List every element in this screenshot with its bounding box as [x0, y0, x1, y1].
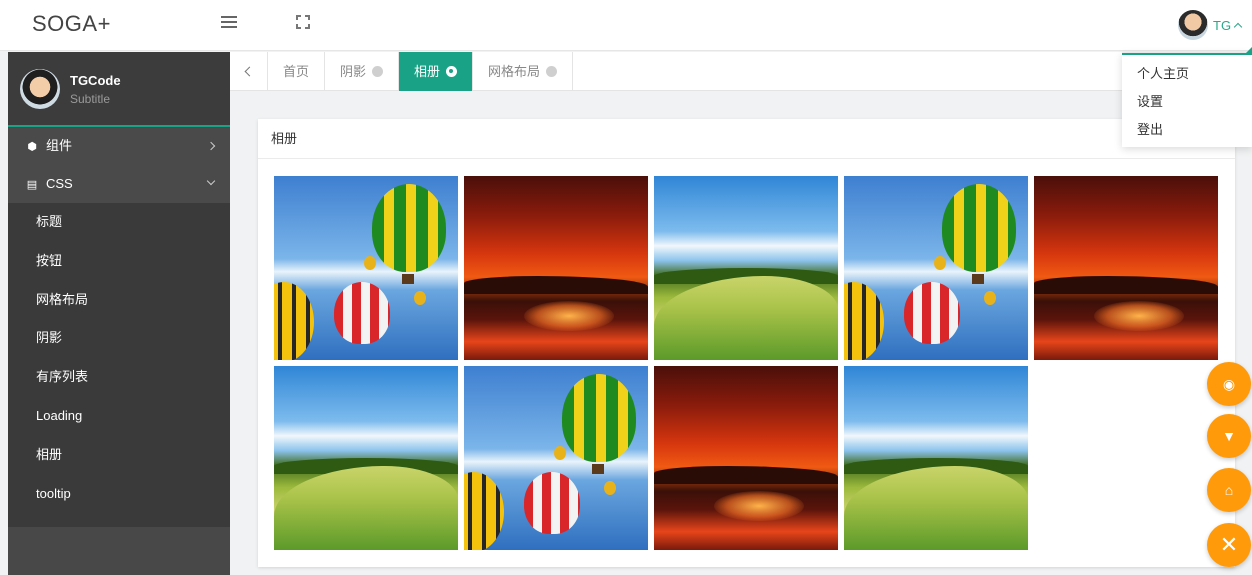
sidebar-item-ordered-list[interactable]: 有序列表	[8, 358, 230, 397]
photo-sunset[interactable]	[1034, 176, 1218, 360]
user-avatar	[1178, 10, 1208, 40]
cube-icon: ⬢	[27, 141, 37, 153]
github-icon: ◉	[1222, 375, 1236, 392]
tab-close-icon[interactable]	[546, 66, 558, 77]
sidebar-group-label: 组件	[46, 138, 73, 153]
user-menu[interactable]: TG	[1178, 8, 1243, 42]
tab-label: 首页	[283, 64, 310, 79]
album-card: 相册	[258, 119, 1235, 567]
close-fab-button[interactable]: ✕	[1207, 523, 1251, 567]
chevron-right-icon	[206, 141, 216, 151]
tab-close-icon[interactable]	[446, 66, 458, 77]
tab-label: 网格布局	[488, 64, 541, 79]
card-title: 相册	[258, 119, 1235, 159]
sidebar-profile: TGCode Subtitle	[8, 52, 230, 127]
profile-subtitle: Subtitle	[70, 92, 111, 106]
sidebar-sub-list: 标题 按钮 网格布局 阴影 有序列表 Loading 相册 tooltip	[8, 203, 230, 528]
user-name: TG	[1213, 17, 1232, 33]
sidebar-group-label: CSS	[46, 176, 73, 191]
tab-home[interactable]: 首页	[268, 52, 326, 91]
user-dropdown: 个人主页 设置 登出	[1122, 47, 1252, 147]
app-logo[interactable]: SOGA+	[32, 11, 111, 37]
home-button[interactable]: ⌂	[1207, 468, 1251, 512]
github-button[interactable]: ◉	[1207, 362, 1251, 406]
photo-field[interactable]	[844, 366, 1028, 550]
menu-toggle-icon[interactable]	[221, 16, 237, 28]
tab-label: 阴影	[340, 64, 367, 79]
avatar	[20, 69, 60, 109]
tab-label: 相册	[414, 64, 441, 79]
sidebar-item-grid[interactable]: 网格布局	[8, 281, 230, 320]
tab-album[interactable]: 相册	[399, 52, 474, 91]
dropdown-item-profile[interactable]: 个人主页	[1122, 63, 1252, 91]
photo-balloons[interactable]	[464, 366, 648, 550]
tab-shadow[interactable]: 阴影	[325, 52, 400, 91]
top-header: SOGA+ TG	[0, 0, 1252, 51]
sidebar-item-album[interactable]: 相册	[8, 436, 230, 475]
tab-close-icon[interactable]	[372, 66, 384, 77]
close-icon: ✕	[1219, 532, 1239, 557]
home-icon: ⌂	[1224, 482, 1234, 498]
photo-field[interactable]	[654, 176, 838, 360]
photo-sunset[interactable]	[654, 366, 838, 550]
photo-field[interactable]	[274, 366, 458, 550]
tab-bar: 首页 阴影 相册 网格布局	[230, 52, 1122, 91]
dropdown-item-settings[interactable]: 设置	[1122, 91, 1252, 119]
fullscreen-icon[interactable]	[296, 15, 310, 29]
photo-sunset[interactable]	[464, 176, 648, 360]
sidebar-item-button[interactable]: 按钮	[8, 242, 230, 281]
sidebar-item-tooltip[interactable]: tooltip	[8, 475, 230, 514]
css-icon: ▤	[26, 179, 38, 191]
chevron-up-icon	[1233, 22, 1243, 32]
theme-button[interactable]: ▼	[1207, 414, 1251, 458]
sidebar-item-title[interactable]: 标题	[8, 203, 230, 242]
profile-name: TGCode	[70, 73, 121, 88]
sidebar-group-components[interactable]: ⬢ 组件	[8, 127, 230, 165]
chevron-down-icon	[206, 176, 216, 186]
tab-grid[interactable]: 网格布局	[473, 52, 574, 91]
photo-balloons[interactable]	[844, 176, 1028, 360]
chevron-left-icon[interactable]	[230, 52, 268, 91]
dropdown-item-logout[interactable]: 登出	[1122, 119, 1252, 147]
sidebar-item-shadow[interactable]: 阴影	[8, 319, 230, 358]
tshirt-icon: ▼	[1222, 428, 1236, 444]
sidebar-item-loading[interactable]: Loading	[8, 397, 230, 436]
sidebar-group-css[interactable]: ▤ CSS	[8, 165, 230, 203]
sidebar: TGCode Subtitle ⬢ 组件 ▤ CSS 标题 按钮 网格布局 阴影 有…	[8, 52, 230, 575]
photo-balloons[interactable]	[274, 176, 458, 360]
